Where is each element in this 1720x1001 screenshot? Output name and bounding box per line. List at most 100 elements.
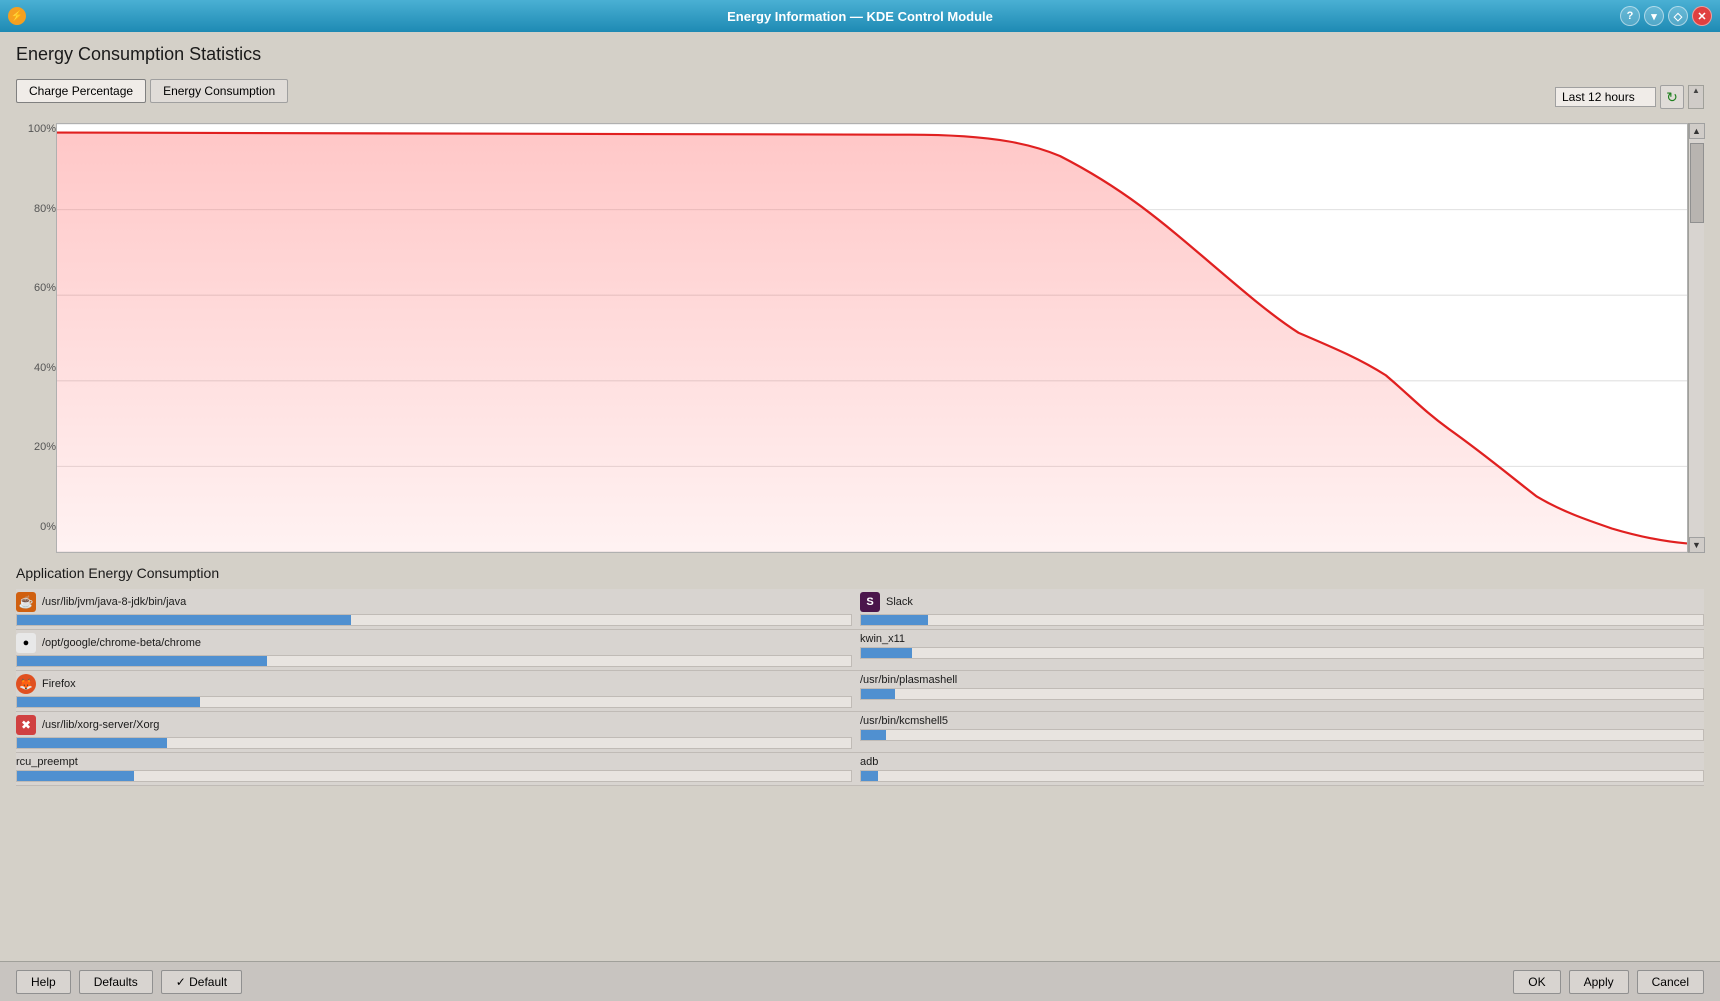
bottom-section: Application Energy Consumption ☕ /usr/li… [16,557,1704,786]
app-name-adb: adb [860,756,878,768]
ok-button[interactable]: OK [1513,970,1560,994]
app-bar-container [860,729,1704,741]
window-title: Energy Information — KDE Control Module [727,9,993,24]
app-bar-adb [861,771,878,781]
app-bar-kwin [861,648,912,658]
scrollbar-up-arrow[interactable]: ▲ [1689,123,1705,139]
app-icon-chrome: ● [16,633,36,653]
refresh-button[interactable]: ↻ [1660,85,1684,109]
app-bar-java [17,615,351,625]
app-bar-container [16,737,852,749]
right-scrollbar[interactable]: ▲ ▼ [1688,123,1704,553]
time-range-select[interactable]: Last 1 hour Last 6 hours Last 12 hours L… [1555,87,1656,107]
app-name-row: ✖ /usr/lib/xorg-server/Xorg [16,715,852,735]
title-bar-controls: ? ▾ ◇ ✕ [1620,6,1712,26]
y-label-80: 80% [16,203,56,215]
app-bar-container [860,770,1704,782]
app-bar-container [16,770,852,782]
list-item: kwin_x11 [860,630,1704,671]
chart-wrapper: 100% 80% 60% 40% 20% 0% [16,123,1704,553]
app-name-firefox: Firefox [42,678,76,690]
app-name-kwin: kwin_x11 [860,633,905,645]
list-item: /usr/bin/kcmshell5 [860,712,1704,753]
app-name-rcu: rcu_preempt [16,756,78,768]
app-name-row: adb [860,756,1704,768]
chart-area-fill [57,133,1687,552]
page-title: Energy Consumption Statistics [16,44,1704,65]
y-label-60: 60% [16,282,56,294]
chart-inner: 100% 80% 60% 40% 20% 0% [16,123,1704,553]
list-item: adb [860,753,1704,786]
app-name-row: 🦊 Firefox [16,674,852,694]
apply-button[interactable]: Apply [1569,970,1629,994]
scrollbar-body [1689,139,1704,537]
app-name-row: rcu_preempt [16,756,852,768]
content-area: Energy Consumption Statistics Charge Per… [0,32,1720,953]
bottom-right-buttons: OK Apply Cancel [1513,970,1704,994]
app-icon-slack: S [860,592,880,612]
default-button[interactable]: ✓ Default [161,970,242,994]
app-name-row: ● /opt/google/chrome-beta/chrome [16,633,852,653]
list-item: /usr/bin/plasmashell [860,671,1704,712]
list-item: ● /opt/google/chrome-beta/chrome [16,630,860,671]
scrollbar-top[interactable]: ▲ [1688,85,1704,109]
tab-charge-percentage[interactable]: Charge Percentage [16,79,146,103]
app-bar-container [860,647,1704,659]
defaults-button[interactable]: Defaults [79,970,153,994]
list-item: ☕ /usr/lib/jvm/java-8-jdk/bin/java [16,589,860,630]
list-item: S Slack [860,589,1704,630]
app-name-row: kwin_x11 [860,633,1704,645]
app-bar-container [16,614,852,626]
cancel-button[interactable]: Cancel [1637,970,1704,994]
app-icon-firefox: 🦊 [16,674,36,694]
app-name-row: /usr/bin/kcmshell5 [860,715,1704,727]
time-range-controls: Last 1 hour Last 6 hours Last 12 hours L… [1555,85,1704,109]
app-bar-firefox [17,697,200,707]
list-item: rcu_preempt [16,753,860,786]
app-bar-xorg [17,738,167,748]
app-icon: ⚡ [8,7,26,25]
app-bar-container [860,614,1704,626]
app-grid: ☕ /usr/lib/jvm/java-8-jdk/bin/java S Sla… [16,589,1704,786]
app-bar-container [860,688,1704,700]
top-controls: Charge Percentage Energy Consumption Las… [16,79,1704,115]
close-button[interactable]: ✕ [1692,6,1712,26]
app-bar-slack [861,615,928,625]
y-label-20: 20% [16,441,56,453]
tab-energy-consumption[interactable]: Energy Consumption [150,79,288,103]
tab-bar: Charge Percentage Energy Consumption [16,79,288,103]
scrollbar-down-arrow[interactable]: ▼ [1689,537,1705,553]
app-name-chrome: /opt/google/chrome-beta/chrome [42,637,201,649]
y-axis-labels: 100% 80% 60% 40% 20% 0% [16,123,56,553]
app-name-row: S Slack [860,592,1704,612]
list-item: 🦊 Firefox [16,671,860,712]
bottom-bar: Help Defaults ✓ Default OK Apply Cancel [0,961,1720,1001]
help-title-button[interactable]: ? [1620,6,1640,26]
app-name-slack: Slack [886,596,913,608]
app-bar-plasma [861,689,895,699]
title-bar-left: ⚡ [8,7,26,25]
help-button[interactable]: Help [16,970,71,994]
app-name-row: ☕ /usr/lib/jvm/java-8-jdk/bin/java [16,592,852,612]
y-label-0: 0% [16,521,56,533]
scrollbar-handle[interactable] [1690,143,1704,223]
maximize-button[interactable]: ◇ [1668,6,1688,26]
chart-container [56,123,1688,553]
chart-svg [57,124,1687,552]
app-bar-container [16,655,852,667]
y-label-40: 40% [16,362,56,374]
app-bar-chrome [17,656,267,666]
app-name-xorg: /usr/lib/xorg-server/Xorg [42,719,159,731]
app-icon-xorg: ✖ [16,715,36,735]
minimize-button[interactable]: ▾ [1644,6,1664,26]
app-energy-title: Application Energy Consumption [16,565,1704,581]
app-bar-container [16,696,852,708]
app-name-plasma: /usr/bin/plasmashell [860,674,957,686]
y-label-100: 100% [16,123,56,135]
bottom-left-buttons: Help Defaults ✓ Default [16,970,242,994]
app-name-row: /usr/bin/plasmashell [860,674,1704,686]
app-icon-symbol: ⚡ [11,11,23,22]
app-name-kcm: /usr/bin/kcmshell5 [860,715,948,727]
list-item: ✖ /usr/lib/xorg-server/Xorg [16,712,860,753]
app-name-java: /usr/lib/jvm/java-8-jdk/bin/java [42,596,186,608]
